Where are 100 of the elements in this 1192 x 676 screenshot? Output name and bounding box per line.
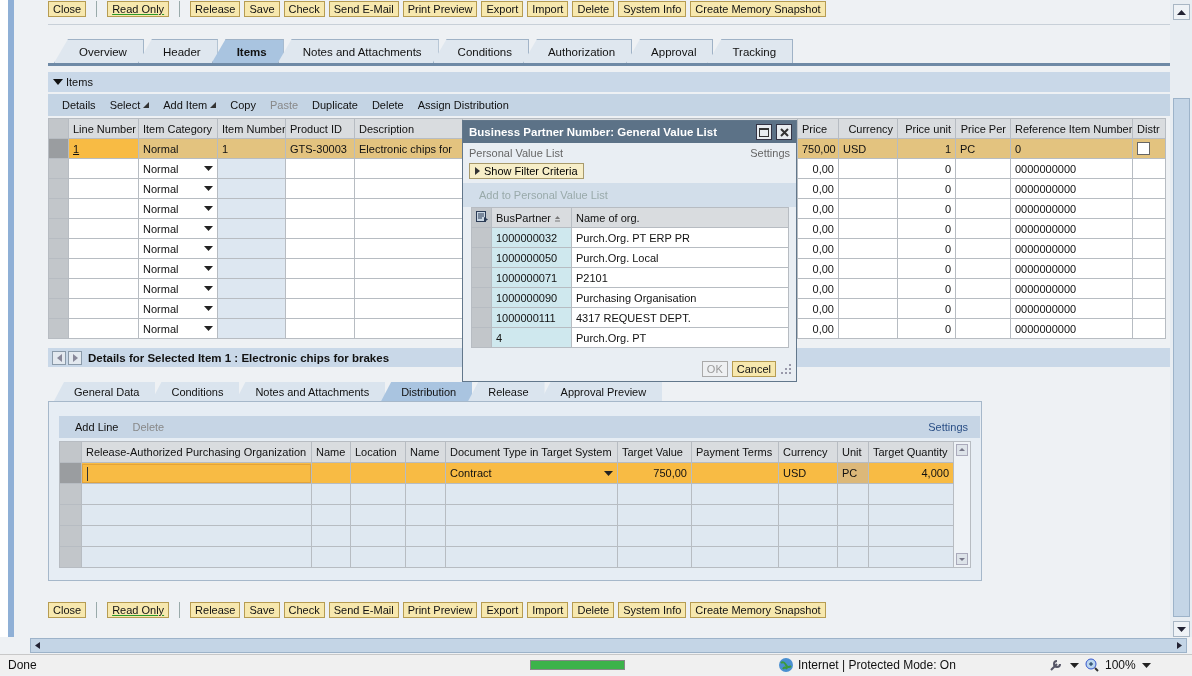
column-header[interactable]: Item Number: [217, 118, 286, 139]
row-selector[interactable]: [59, 504, 82, 526]
row-selector[interactable]: [59, 483, 82, 505]
toolbar-button[interactable]: Close: [48, 1, 87, 17]
row-selector[interactable]: [59, 462, 82, 484]
toolbar-button[interactable]: Release: [190, 602, 241, 618]
column-header[interactable]: Name of org.: [571, 207, 789, 228]
column-header[interactable]: Payment Terms: [691, 441, 779, 463]
toolbar-button[interactable]: System Info: [618, 602, 687, 618]
column-header[interactable]: Document Type in Target System: [445, 441, 618, 463]
row-selector[interactable]: [48, 218, 69, 239]
input-field[interactable]: [82, 463, 311, 483]
toolbar-button[interactable]: Add Item: [163, 99, 217, 111]
toolbar-button[interactable]: Details: [62, 99, 96, 111]
tab[interactable]: Items: [211, 39, 284, 63]
column-header[interactable]: Name: [405, 441, 446, 463]
toolbar-button[interactable]: Copy: [230, 99, 256, 111]
row-selector[interactable]: [48, 318, 69, 339]
toolbar-button[interactable]: Release: [190, 1, 241, 17]
toolbar-button[interactable]: Send E-Mail: [328, 602, 399, 618]
row-selector[interactable]: [48, 198, 69, 219]
column-header[interactable]: Reference Item Number: [1010, 118, 1133, 139]
row-selector[interactable]: [48, 238, 69, 259]
tab[interactable]: Release: [468, 382, 545, 401]
maximize-button[interactable]: [756, 124, 772, 140]
settings-link[interactable]: Settings: [922, 420, 974, 434]
toolbar-button[interactable]: Create Memory Snapshot: [690, 602, 826, 618]
tab[interactable]: Header: [137, 39, 218, 63]
column-header[interactable]: Description: [354, 118, 463, 139]
toolbar-button[interactable]: Print Preview: [402, 602, 478, 618]
toolbar-button[interactable]: Save: [244, 1, 280, 17]
row-selector[interactable]: [471, 327, 492, 348]
column-header[interactable]: Currency: [778, 441, 838, 463]
toolbar-button[interactable]: Print Preview: [402, 1, 478, 17]
tab[interactable]: Conditions: [432, 39, 529, 63]
row-selector[interactable]: [48, 298, 69, 319]
toolbar-button[interactable]: Send E-Mail: [328, 1, 399, 17]
tab[interactable]: Notes and Attachments: [277, 39, 439, 63]
toolbar-button[interactable]: Save: [244, 602, 280, 618]
tab[interactable]: Overview: [54, 39, 144, 63]
toolbar-button[interactable]: Check: [283, 602, 325, 618]
toolbar-button[interactable]: Assign Distribution: [417, 99, 509, 111]
toolbar-button[interactable]: Export: [481, 602, 524, 618]
toolbar-button[interactable]: System Info: [618, 1, 687, 17]
vertical-scrollbar[interactable]: [1170, 0, 1192, 637]
line-number-link[interactable]: 1: [73, 142, 80, 155]
column-header[interactable]: Distr: [1132, 118, 1166, 139]
row-selector[interactable]: [48, 178, 69, 199]
scroll-down-icon[interactable]: [1176, 626, 1186, 632]
toolbar-button[interactable]: Delete: [371, 99, 404, 111]
horizontal-scrollbar[interactable]: [30, 638, 1187, 653]
toolbar-button[interactable]: Read Only: [107, 602, 170, 618]
column-header[interactable]: Line Number: [68, 118, 139, 139]
show-filter-button[interactable]: Show Filter Criteria: [469, 163, 584, 179]
row-selector[interactable]: [48, 158, 69, 179]
tab[interactable]: General Data: [54, 382, 156, 401]
column-header[interactable]: Release-Authorized Purchasing Organization: [81, 441, 312, 463]
column-header[interactable]: Item Category: [138, 118, 218, 139]
tab[interactable]: Approval: [626, 39, 714, 63]
column-header[interactable]: Product ID: [285, 118, 355, 139]
column-header[interactable]: Target Value: [617, 441, 692, 463]
row-selector[interactable]: [471, 247, 492, 268]
toolbar-button[interactable]: Check: [283, 1, 325, 17]
column-header[interactable]: Price Per: [955, 118, 1011, 139]
table-settings-button[interactable]: [471, 207, 492, 228]
next-button[interactable]: [68, 350, 82, 365]
column-header[interactable]: Price: [797, 118, 839, 139]
toolbar-button[interactable]: Create Memory Snapshot: [690, 1, 826, 17]
close-button[interactable]: [776, 124, 792, 140]
row-selector[interactable]: [471, 267, 492, 288]
toolbar-button[interactable]: Add Line: [75, 421, 119, 433]
column-header[interactable]: Location: [350, 441, 406, 463]
toolbar-button[interactable]: Import: [527, 602, 569, 618]
selected-row[interactable]: Contract 750,00 USD PC 4,000: [59, 462, 954, 484]
zoom-icon[interactable]: [1085, 658, 1099, 672]
toolbar-button[interactable]: Delete: [572, 1, 615, 17]
document-type-dropdown[interactable]: Contract: [445, 462, 618, 484]
panel-header[interactable]: Items: [48, 72, 1170, 92]
collapse-icon[interactable]: [53, 78, 63, 86]
dialog-button[interactable]: Cancel: [731, 361, 776, 377]
column-header[interactable]: Target Quantity: [868, 441, 954, 463]
scroll-up-icon[interactable]: [1176, 9, 1186, 15]
row-selector[interactable]: [48, 278, 69, 299]
previous-button[interactable]: [52, 350, 66, 365]
column-header[interactable]: Name: [311, 441, 351, 463]
toolbar-button[interactable]: Read Only: [107, 1, 170, 17]
row-selector[interactable]: [59, 525, 82, 547]
settings-link[interactable]: Settings: [750, 147, 790, 159]
column-header[interactable]: Currency: [838, 118, 898, 139]
tools-icon[interactable]: [1048, 658, 1064, 672]
zoom-level[interactable]: 100%: [1105, 658, 1136, 672]
toolbar-button[interactable]: Duplicate: [312, 99, 358, 111]
tab[interactable]: Tracking: [707, 39, 794, 63]
column-header[interactable]: Price unit: [897, 118, 956, 139]
row-selector[interactable]: [48, 138, 69, 159]
column-header[interactable]: Unit: [837, 441, 869, 463]
toolbar-button[interactable]: Delete: [572, 602, 615, 618]
row-selector[interactable]: [471, 287, 492, 308]
checkbox[interactable]: [1137, 142, 1150, 156]
toolbar-button[interactable]: Select: [109, 99, 150, 111]
